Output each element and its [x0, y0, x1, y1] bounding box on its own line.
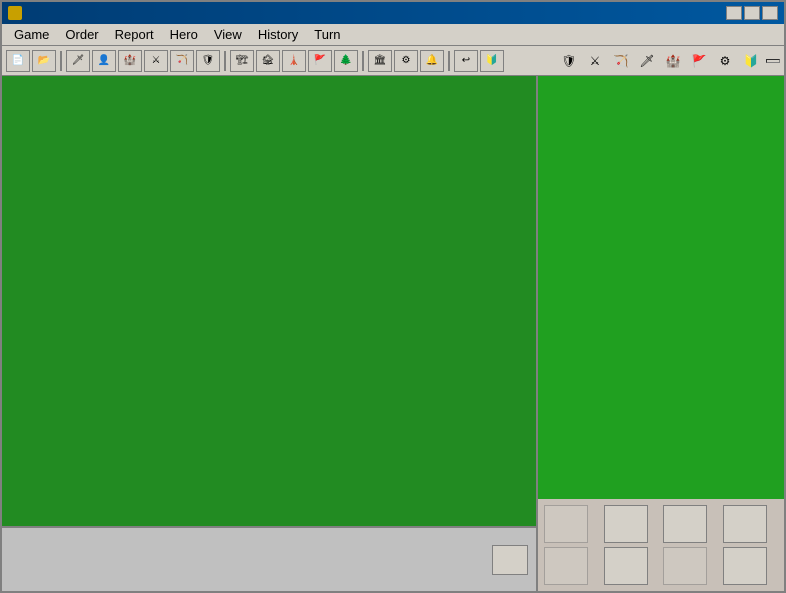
tb-unit3[interactable]: ⚔	[144, 50, 168, 72]
tb-sep1	[60, 51, 62, 71]
menu-view[interactable]: View	[206, 25, 250, 44]
tb-flag[interactable]: 🚩	[308, 50, 332, 72]
tb-unit5[interactable]: 🛡	[196, 50, 220, 72]
unit-sprite-2	[58, 544, 90, 576]
group-button[interactable]	[544, 547, 588, 585]
menu-order[interactable]: Order	[57, 25, 106, 44]
flag-6[interactable]: 🚩	[688, 51, 710, 71]
unit-info-1	[10, 544, 42, 576]
tb-unit1[interactable]: 👤	[92, 50, 116, 72]
flag-1[interactable]: 🛡	[558, 51, 580, 71]
tb-castle[interactable]: 🗼	[282, 50, 306, 72]
titlebar-left	[8, 6, 28, 20]
tb-sep4	[448, 51, 450, 71]
right-panel	[536, 76, 784, 591]
minimize-button[interactable]	[726, 6, 742, 20]
flag-7[interactable]: ⚙	[714, 51, 736, 71]
toolbar-right: 🛡 ⚔ 🏹 🗡 🏰 🚩 ⚙ 🔰	[558, 51, 780, 71]
flag-3[interactable]: 🏹	[610, 51, 632, 71]
tb-misc2[interactable]: 🔰	[480, 50, 504, 72]
flag-8[interactable]: 🔰	[740, 51, 762, 71]
tb-build1[interactable]: 🏗	[230, 50, 254, 72]
tb-sep3	[362, 51, 364, 71]
menu-history[interactable]: History	[250, 25, 306, 44]
right-buttons	[538, 499, 784, 591]
shield-button[interactable]	[663, 505, 707, 543]
tb-action1[interactable]: 🏛	[368, 50, 392, 72]
hero-attack-button[interactable]	[604, 505, 648, 543]
badge-button[interactable]	[723, 547, 767, 585]
titlebar	[2, 2, 784, 24]
move-button[interactable]	[663, 547, 707, 585]
hero-move-button[interactable]	[544, 505, 588, 543]
close-button[interactable]	[762, 6, 778, 20]
flag-button[interactable]	[604, 547, 648, 585]
bottom-panel	[2, 526, 536, 591]
main-window: Game Order Report Hero View History Turn…	[0, 0, 786, 593]
flag-5[interactable]: 🏰	[662, 51, 684, 71]
flag-4[interactable]: 🗡	[636, 51, 658, 71]
unit-info-2	[58, 544, 90, 576]
tb-misc1[interactable]: ↩	[454, 50, 478, 72]
tb-action2[interactable]: ⚙	[394, 50, 418, 72]
tb-build2[interactable]: 🏚	[256, 50, 280, 72]
menu-turn[interactable]: Turn	[306, 25, 348, 44]
app-icon	[8, 6, 22, 20]
expand-button[interactable]	[492, 545, 528, 575]
tb-unit2[interactable]: 🏰	[118, 50, 142, 72]
tb-new[interactable]: 📄	[6, 50, 30, 72]
toolbar: 📄 📂 🗡 👤 🏰 ⚔ 🏹 🛡 🏗 🏚 🗼 🚩 🌲 🏛 ⚙ 🔔 ↩ 🔰 🛡 ⚔ …	[2, 46, 784, 76]
menu-game[interactable]: Game	[6, 25, 57, 44]
turn-indicator	[766, 59, 780, 63]
game-view	[2, 76, 536, 591]
tb-unit4[interactable]: 🏹	[170, 50, 194, 72]
titlebar-controls	[726, 6, 778, 20]
menu-report[interactable]: Report	[107, 25, 162, 44]
menu-hero[interactable]: Hero	[162, 25, 206, 44]
minimap-container[interactable]	[538, 76, 784, 499]
target-button[interactable]	[723, 505, 767, 543]
tb-open[interactable]: 📂	[32, 50, 56, 72]
tb-tree[interactable]: 🌲	[334, 50, 358, 72]
flag-2[interactable]: ⚔	[584, 51, 606, 71]
tb-knight[interactable]: 🗡	[66, 50, 90, 72]
tb-sep2	[224, 51, 226, 71]
menubar: Game Order Report Hero View History Turn	[2, 24, 784, 46]
main-content	[2, 76, 784, 591]
map-canvas[interactable]	[2, 76, 536, 526]
maximize-button[interactable]	[744, 6, 760, 20]
unit-sprite-1	[10, 544, 42, 576]
tb-action3[interactable]: 🔔	[420, 50, 444, 72]
